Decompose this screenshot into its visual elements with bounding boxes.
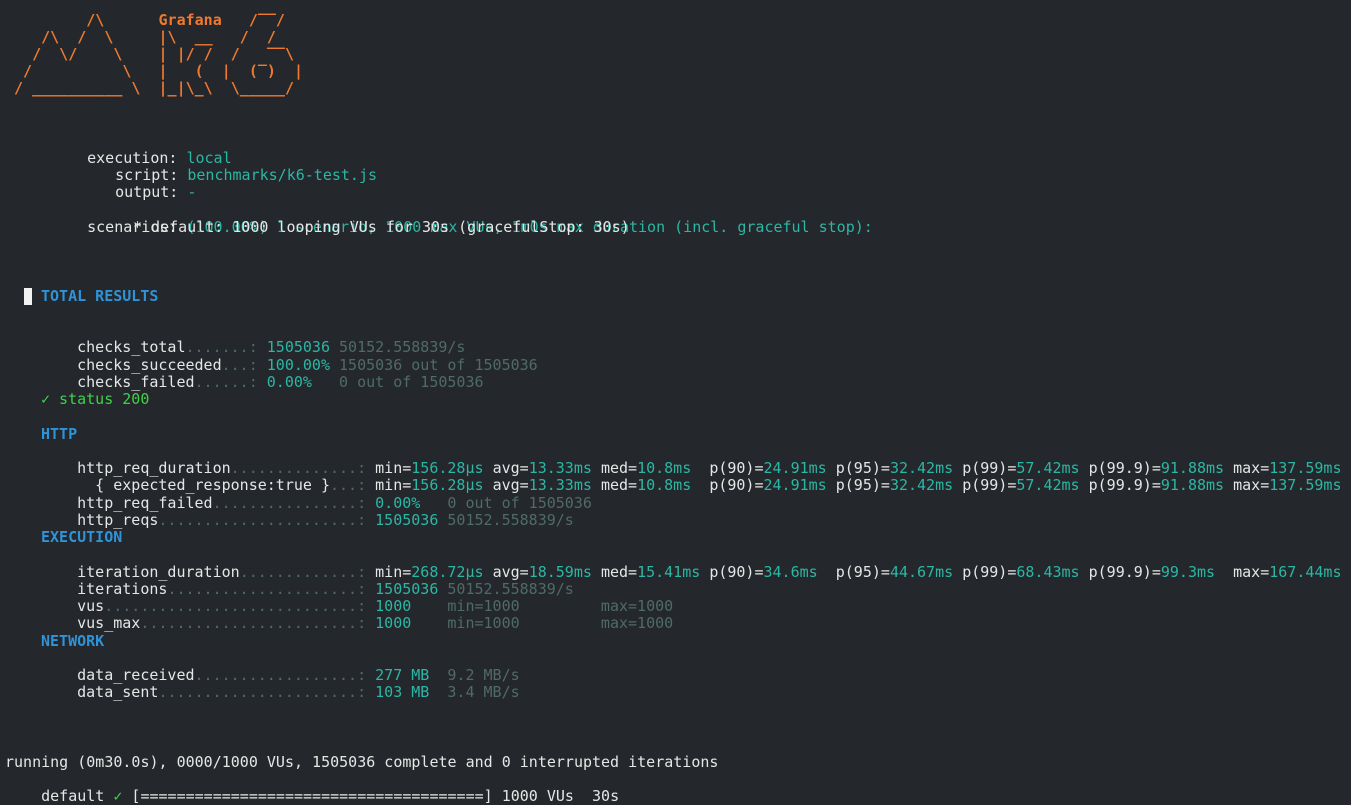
checks-failed-row: checks_failed......: 0.00% 0 out of 1505… (41, 357, 483, 391)
k6-logo-line-1: /\ Grafana /‾‾/ (5, 11, 285, 29)
data-received-row: data_received..................: 277 MB … (41, 650, 520, 684)
http-req-duration-row: http_req_duration..............: min=156… (41, 443, 1341, 477)
stat-key: p(95)= (835, 563, 890, 581)
stat-key: med= (600, 563, 638, 581)
metric-name: data_sent (77, 683, 159, 701)
stat-value: 167.44ms (1269, 563, 1342, 581)
iteration-duration-row: iteration_duration.............: min=268… (41, 547, 1341, 581)
running-status-line: running (0m30.0s), 0000/1000 VUs, 150503… (5, 753, 719, 771)
http-heading: HTTP (41, 425, 78, 443)
network-heading: NETWORK (41, 632, 105, 650)
stat-key: p(99)= (962, 476, 1017, 494)
stat-value: 24.91ms (763, 476, 836, 494)
metric-name: vus_max (77, 614, 141, 632)
output-value: - (187, 183, 197, 201)
metric-value: 103 MB (375, 683, 430, 701)
metric-value: 0.00% (266, 373, 312, 391)
data-sent-row: data_sent......................: 103 MB … (41, 667, 520, 701)
progress-line: default ✓ [=============================… (5, 771, 619, 805)
stat-key: p(99)= (962, 563, 1017, 581)
script-option: script: benchmarks/k6-test.js (79, 150, 377, 184)
stat-key: p(90)= (709, 563, 764, 581)
metric-extra: 3.4 MB/s (429, 683, 520, 701)
stat-value: 91.88ms (1160, 476, 1234, 494)
scenarios-option: scenarios: (100.00%) 1 scenario, 1000 ma… (51, 202, 873, 236)
total-results-heading: TOTAL RESULTS (41, 287, 159, 305)
vus-row: vus............................: 1000 mi… (41, 581, 673, 615)
expected-response-row: { expected_response:true }...: min=156.2… (41, 460, 1341, 494)
stat-key: p(99.9)= (1088, 563, 1161, 581)
stat-value: 32.42ms (889, 476, 963, 494)
stat-value: 68.43ms (1016, 563, 1089, 581)
k6-logo-line-2: /\ / \ |\ __ / / (5, 28, 276, 46)
metric-dots: ......................: (158, 511, 376, 529)
iterations-row: iterations.....................: 1505036… (41, 564, 574, 598)
stat-value: 137.59ms (1269, 476, 1342, 494)
stat-value: 57.42ms (1016, 476, 1089, 494)
metric-name: http_reqs (77, 511, 159, 529)
scenario-default-line: * default: 1000 looping VUs for 30s (gra… (133, 218, 630, 236)
http-req-failed-row: http_req_failed................: 0.00% 0… (41, 478, 592, 512)
output-option: output: - (79, 167, 196, 201)
scenario-name: default (41, 787, 114, 805)
metric-value: 1505036 (375, 511, 439, 529)
metric-name: checks_failed (77, 373, 195, 391)
stat-value: 15.41ms (637, 563, 710, 581)
stat-value: 99.3ms (1160, 563, 1234, 581)
stat-key: med= (600, 476, 638, 494)
stat-key: p(95)= (835, 476, 890, 494)
metric-extra: 50152.558839/s (438, 511, 574, 529)
stat-value: 44.67ms (889, 563, 963, 581)
k6-logo-line-3: / \/ \ | |/ / / ‾‾\ (5, 45, 294, 63)
stat-key: max= (1233, 476, 1270, 494)
stat-key: p(99.9)= (1088, 476, 1161, 494)
k6-logo-line-5: / __________ \ |_|\_\ \_____/ (5, 79, 294, 97)
execution-heading: EXECUTION (41, 528, 123, 546)
vus-max-row: vus_max........................: 1000 mi… (41, 598, 673, 632)
progress-bar: [======================================] (122, 787, 502, 805)
metric-dots: ......: (194, 373, 267, 391)
progress-summary: 1000 VUs 30s (501, 787, 620, 805)
stat-key: max= (1233, 563, 1270, 581)
check-status-200: ✓ status 200 (41, 390, 150, 408)
metric-dots: ......................: (158, 683, 376, 701)
k6-logo-line-4: / \ | ( | (‾) | (5, 62, 304, 80)
http-reqs-row: http_reqs......................: 1505036… (41, 495, 574, 529)
terminal-window[interactable]: /\ Grafana /‾‾/ /\ / \ |\ __ / / / \/ \ … (0, 0, 1351, 805)
stat-value: 10.8ms (637, 476, 710, 494)
execution-option: execution: local (51, 133, 232, 167)
stat-value: 34.6ms (763, 563, 836, 581)
checks-succeeded-row: checks_succeeded...: 100.00% 1505036 out… (41, 340, 538, 374)
metric-extra: 0 out of 1505036 (311, 373, 484, 391)
script-value: benchmarks/k6-test.js (187, 166, 378, 184)
metric-value: 1000 (375, 614, 412, 632)
stat-key: p(90)= (709, 476, 764, 494)
section-marker (24, 288, 32, 305)
checks-total-row: checks_total.......: 1505036 50152.55883… (41, 322, 465, 356)
output-key: output: (115, 183, 179, 201)
metric-dots: ........................: (140, 614, 376, 632)
metric-extra: min=1000 max=1000 (411, 614, 674, 632)
